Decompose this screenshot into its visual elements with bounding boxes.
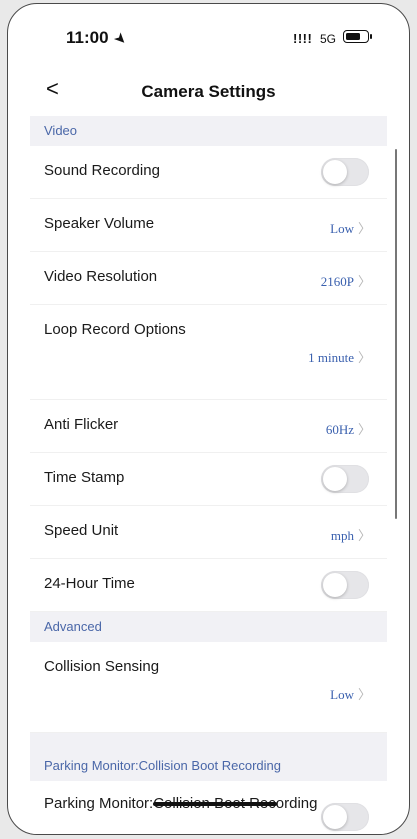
row-label: Video Resolution [44,268,158,285]
row-speed-unit[interactable]: Speed Unit mph 〉 [30,506,387,559]
row-label: Collision Sensing [44,658,160,675]
row-anti-flicker[interactable]: Anti Flicker 60Hz 〉 [30,400,387,453]
row-collision-sensing[interactable]: Collision Sensing Low 〉 [30,642,387,733]
chevron-right-icon: 〉 [357,687,371,702]
row-sound-recording[interactable]: Sound Recording [30,146,387,199]
row-label: 24-Hour Time [44,575,135,592]
chevron-right-icon: 〉 [357,528,371,543]
section-spacer [30,733,387,751]
value-text: 1 minute [308,350,354,365]
row-value[interactable]: mph 〉 [331,525,371,544]
row-label: Speaker Volume [44,215,155,232]
chevron-right-icon: 〉 [357,422,371,437]
row-value[interactable]: 60Hz 〉 [326,419,371,438]
24-hour-time-toggle[interactable] [321,571,369,599]
row-24-hour-time[interactable]: 24-Hour Time [30,559,387,612]
row-label: Time Stamp [44,469,125,486]
value-text: Low [330,687,354,702]
row-value[interactable]: Low 〉 [330,684,371,703]
status-bar: 11:00 ➤ !!!! 5G [8,4,409,64]
signal-icon: !!!! [293,31,313,46]
chevron-right-icon: 〉 [357,350,371,365]
value-text: 60Hz [325,422,354,437]
row-value[interactable]: Low 〉 [330,218,371,237]
row-label: Anti Flicker [44,416,119,433]
section-video: Video [30,116,387,146]
home-indicator[interactable] [153,802,277,806]
chevron-right-icon: 〉 [357,274,371,289]
status-time: 11:00 ➤ [66,28,130,48]
section-parking: Parking Monitor:Collision Boot Recording [30,751,387,781]
settings-list: Video Sound Recording Speaker Volume Low… [30,116,387,834]
value-text: 2160P [320,274,354,289]
row-label: Speed Unit [44,522,119,539]
time-text: 11:00 [66,28,109,47]
row-label: Loop Record Options [44,321,186,338]
row-time-stamp[interactable]: Time Stamp [30,453,387,506]
value-text: mph [330,528,354,543]
phone-frame: 11:00 ➤ !!!! 5G < Camera Settings Video S… [7,3,410,835]
nav-bar: < Camera Settings [8,70,409,114]
row-parking-boot-recording[interactable]: Parking Monitor:Collision Boot Recording [30,781,387,834]
scrollbar[interactable] [395,149,397,519]
battery-icon [343,30,372,43]
row-value[interactable]: 2160P 〉 [321,271,371,290]
row-label: Sound Recording [44,162,160,179]
location-arrow-icon: ➤ [111,29,130,48]
network-type: 5G [320,32,337,46]
row-value[interactable]: 1 minute 〉 [308,347,371,366]
parking-boot-toggle[interactable] [321,803,369,831]
row-speaker-volume[interactable]: Speaker Volume Low 〉 [30,199,387,252]
row-video-resolution[interactable]: Video Resolution 2160P 〉 [30,252,387,305]
chevron-right-icon: 〉 [357,221,371,236]
page-title: Camera Settings [141,82,276,101]
time-stamp-toggle[interactable] [321,465,369,493]
row-loop-record-options[interactable]: Loop Record Options 1 minute 〉 [30,305,387,400]
value-text: Low [330,221,354,236]
sound-recording-toggle[interactable] [321,158,369,186]
section-advanced: Advanced [30,612,387,642]
